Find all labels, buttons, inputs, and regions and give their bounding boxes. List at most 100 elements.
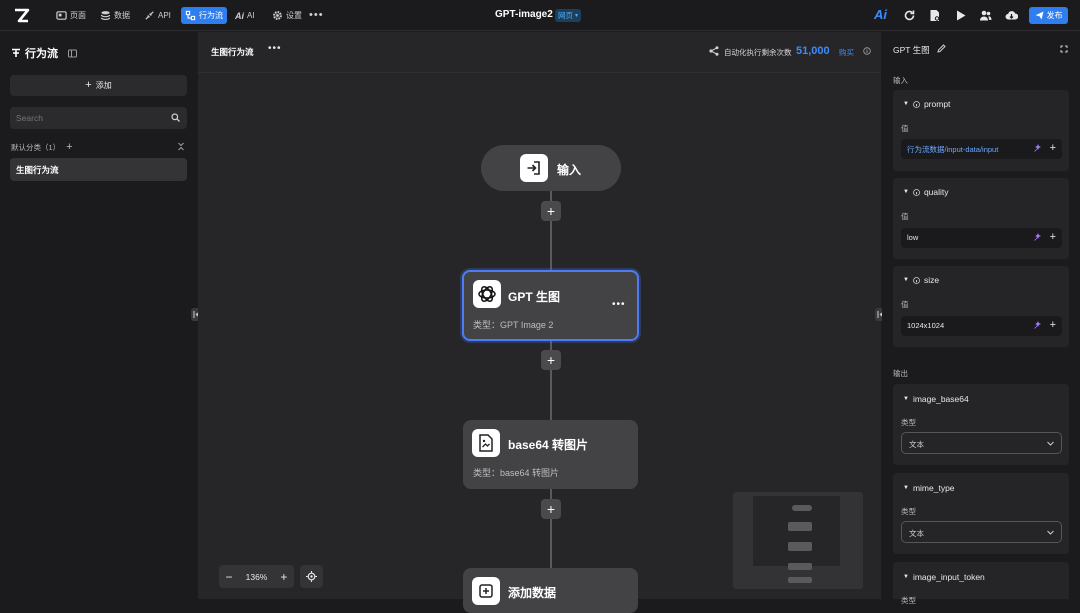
param-name: image_input_token (912, 572, 985, 582)
search-field[interactable] (10, 107, 187, 129)
refresh-icon[interactable] (903, 9, 916, 22)
variable-picker-icon[interactable] (1033, 233, 1042, 242)
nav-flow-label: 行为流 (199, 11, 223, 20)
param-header[interactable]: ▼ image_base64 (903, 394, 969, 404)
nav-data-label: 数据 (114, 11, 130, 20)
minimap-node (788, 563, 812, 570)
properties-title: GPT 生图 (893, 45, 930, 55)
buy-link[interactable]: 购买 (839, 47, 854, 58)
node-more-icon[interactable]: ••• (612, 299, 626, 310)
database-add-icon (472, 577, 500, 605)
left-panel: 行为流 + 添加 默认分类（1） + 生图行为流 (0, 32, 197, 599)
param-header[interactable]: ▼ image_input_token (903, 572, 985, 582)
collapse-category-icon[interactable] (177, 142, 185, 151)
nav-api-label: API (158, 11, 171, 20)
nav-pages[interactable]: 页面 (52, 7, 90, 24)
edit-icon[interactable] (937, 44, 946, 53)
param-name: image_base64 (912, 394, 969, 404)
ai-icon: Ai (235, 10, 244, 21)
add-value-icon[interactable]: + (1050, 320, 1056, 331)
flow-node-input[interactable]: 输入 (481, 145, 621, 191)
minimap-node (788, 542, 812, 551)
value-label: 值 (901, 212, 909, 221)
add-node-button[interactable]: + (541, 350, 561, 370)
collapse-panel-icon[interactable] (68, 49, 77, 58)
node-title: 输入 (557, 163, 582, 177)
more-icon[interactable]: ••• (309, 9, 324, 21)
fit-view-button[interactable] (300, 565, 323, 588)
param-value: low (907, 233, 919, 242)
add-node-button[interactable]: + (541, 499, 561, 519)
share-nodes-icon (709, 46, 719, 56)
add-flow-label: 添加 (95, 81, 112, 90)
zoom-control: − 136% + (219, 565, 294, 588)
page-icon (56, 10, 67, 21)
cloud-download-icon[interactable] (1005, 9, 1018, 22)
param-value-field[interactable]: 行为流数据/input-data/input + (901, 139, 1062, 159)
add-category-icon[interactable]: + (66, 142, 72, 153)
nav-ai[interactable]: Ai AI (231, 7, 259, 24)
add-value-icon[interactable]: + (1050, 143, 1056, 154)
flow-list-item[interactable]: 生图行为流 (10, 158, 187, 181)
chevron-down-icon (1047, 441, 1054, 446)
input-section-label: 输入 (893, 76, 908, 85)
add-node-button[interactable]: + (541, 201, 561, 221)
info-icon (913, 276, 920, 284)
expand-icon[interactable] (1060, 45, 1068, 53)
param-value-field[interactable]: low + (901, 228, 1062, 248)
image-file-icon (472, 429, 500, 457)
variable-picker-icon[interactable] (1033, 144, 1042, 153)
node-title: 添加数据 (508, 586, 557, 600)
quota-label: 自动化执行剩余次数 (724, 48, 792, 57)
input-param-card: ▼ quality 值 low + (893, 178, 1069, 259)
add-value-icon[interactable]: + (1050, 232, 1056, 243)
param-name: mime_type (912, 483, 955, 493)
param-value-field[interactable]: 1024x1024 + (901, 316, 1062, 336)
nav-flow[interactable]: 行为流 (181, 7, 227, 24)
chevron-down-icon: ▾ (575, 13, 579, 19)
info-icon[interactable] (863, 47, 871, 55)
param-header[interactable]: ▼ mime_type (903, 483, 955, 493)
output-param-card: ▼ mime_type 类型 文本 (893, 473, 1069, 554)
param-header[interactable]: ▼ size (903, 275, 939, 285)
output-section-label: 输出 (893, 369, 908, 378)
left-panel-title: 行为流 (25, 48, 58, 60)
plus-icon: + (546, 203, 556, 219)
nav-settings[interactable]: 设置 (268, 7, 306, 24)
category-header[interactable]: 默认分类（1） + (11, 142, 73, 153)
info-icon (913, 100, 920, 108)
platform-badge[interactable]: 网页 ▾ (555, 9, 582, 22)
minimap[interactable] (733, 492, 863, 589)
param-header[interactable]: ▼ quality (903, 187, 949, 197)
zoom-out-icon[interactable]: − (226, 570, 233, 584)
flow-more-icon[interactable]: ••• (268, 43, 282, 54)
param-name: quality (923, 187, 949, 197)
input-param-card: ▼ size 值 1024x1024 + (893, 266, 1069, 347)
search-input[interactable] (16, 111, 166, 125)
users-icon[interactable] (979, 9, 992, 22)
plus-icon: + (85, 79, 92, 91)
flow-canvas[interactable]: 生图行为流 ••• 自动化执行剩余次数 51,000 购买 输入 + GPT 生… (198, 32, 881, 613)
caret-down-icon: ▼ (903, 277, 909, 283)
play-icon[interactable] (954, 9, 967, 22)
document-settings-icon[interactable] (928, 9, 941, 22)
info-icon (913, 188, 920, 196)
flow-node-add-data[interactable]: 添加数据 (463, 568, 638, 613)
param-value: 1024x1024 (907, 321, 945, 330)
ai-assistant-icon[interactable]: Ai (874, 7, 887, 22)
login-icon (520, 154, 548, 182)
send-icon (1035, 11, 1044, 20)
type-select[interactable]: 文本 (901, 521, 1062, 543)
nav-data[interactable]: 数据 (96, 7, 134, 24)
add-flow-button[interactable]: + 添加 (10, 75, 187, 96)
zoom-in-icon[interactable]: + (280, 570, 287, 584)
type-select[interactable]: 文本 (901, 432, 1062, 454)
variable-picker-icon[interactable] (1033, 321, 1042, 330)
flow-node-gpt-image[interactable]: GPT 生图 类型：GPT Image 2 ••• (462, 270, 639, 341)
flow-node-base64[interactable]: base64 转图片 类型：base64 转图片 (463, 420, 638, 489)
param-header[interactable]: ▼ prompt (903, 99, 950, 109)
nav-api[interactable]: API (140, 7, 175, 24)
app-logo-icon[interactable] (13, 7, 30, 24)
search-icon (171, 113, 180, 122)
publish-button[interactable]: 发布 (1029, 7, 1068, 24)
